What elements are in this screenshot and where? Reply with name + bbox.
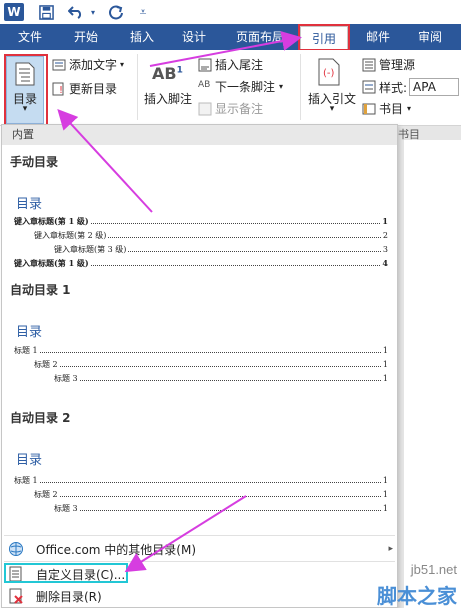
citations-group-label: 书目 [398, 128, 420, 141]
next-footnote-label: 下一条脚注 [215, 80, 276, 94]
tab-mailings[interactable]: 邮件 [356, 24, 400, 50]
bibliography-label: 书目 [379, 102, 404, 116]
undo-dropdown-icon[interactable]: ▾ [88, 2, 98, 22]
next-footnote-button[interactable]: AB 下一条脚注 ▾ [198, 78, 283, 95]
word-logo-icon: W [4, 3, 24, 21]
manage-sources-button[interactable]: 管理源 [362, 56, 415, 73]
watermark-site: jb51.net [410, 562, 457, 577]
tab-design[interactable]: 设计 [172, 24, 216, 50]
insert-citation-icon: (-) [318, 58, 340, 89]
endnote-icon [198, 58, 212, 72]
toc-button-highlight [4, 54, 48, 126]
manage-sources-label: 管理源 [379, 58, 416, 72]
bibliography-dropdown-icon: ▾ [407, 104, 412, 113]
add-text-dropdown-icon: ▾ [120, 60, 125, 69]
svg-text:!: ! [59, 85, 63, 96]
update-toc-label: 更新目录 [69, 82, 118, 96]
tab-file[interactable]: 文件 [8, 24, 52, 50]
bibliography-icon [362, 102, 376, 116]
insert-endnote-label: 插入尾注 [215, 58, 264, 72]
document-page[interactable] [404, 140, 461, 608]
office-more-toc-label: Office.com 中的其他目录(M) [36, 542, 197, 557]
update-toc-icon: ! [52, 82, 66, 96]
watermark-brand: 脚本之家 [377, 586, 457, 608]
gallery-item-auto-toc-2[interactable] [2, 403, 397, 531]
ribbon-separator [300, 54, 301, 120]
undo-icon[interactable] [66, 2, 86, 22]
bibliography-button[interactable]: 书目 ▾ [362, 100, 411, 117]
customize-qat-icon[interactable]: ⩡ [136, 2, 150, 22]
title-bar: W ▾ ⩡ [0, 0, 461, 24]
style-dropdown[interactable]: APA [409, 78, 460, 96]
add-text-icon [52, 58, 66, 72]
add-text-button[interactable]: 添加文字 ▾ [52, 56, 124, 73]
remove-toc-item[interactable]: 删除目录(R) [8, 586, 102, 606]
ribbon-separator [137, 54, 138, 120]
insert-citation-dropdown-icon[interactable]: ▾ [304, 104, 360, 114]
ribbon-tabs: 文件 开始 插入 设计 页面布局 引用 邮件 审阅 [0, 24, 461, 50]
submenu-arrow-icon: ▸ [388, 544, 393, 554]
menu-divider [4, 535, 395, 536]
redo-icon[interactable] [106, 2, 126, 22]
footnote-icon: AB1 [152, 64, 183, 83]
next-footnote-dropdown-icon: ▾ [279, 82, 284, 91]
add-text-label: 添加文字 [69, 58, 118, 72]
update-toc-button[interactable]: ! 更新目录 [52, 80, 117, 97]
menu-divider [4, 561, 395, 562]
office-more-toc-item[interactable]: Office.com 中的其他目录(M) ▸ [8, 539, 393, 559]
remove-toc-icon [8, 588, 26, 604]
style-icon [362, 80, 376, 94]
style-selector: 样式: APA [362, 78, 460, 96]
gallery-item-manual-toc[interactable] [2, 125, 397, 275]
insert-footnote-button[interactable]: 插入脚注 [140, 90, 196, 107]
svg-text:(-): (-) [323, 68, 335, 79]
style-label: 样式: [379, 80, 408, 95]
insert-endnote-button[interactable]: 插入尾注 [198, 56, 263, 73]
show-notes-button[interactable]: 显示备注 [198, 100, 263, 117]
gallery-item-auto-toc-1[interactable] [2, 275, 397, 403]
custom-toc-highlight [4, 563, 128, 583]
office-globe-icon [8, 541, 26, 557]
tab-layout[interactable]: 页面布局 [228, 24, 292, 50]
save-icon[interactable] [36, 2, 56, 22]
show-notes-icon [198, 102, 212, 116]
tab-insert[interactable]: 插入 [120, 24, 164, 50]
tab-review[interactable]: 审阅 [408, 24, 452, 50]
manage-sources-icon [362, 58, 376, 72]
tab-home[interactable]: 开始 [64, 24, 108, 50]
remove-toc-label: 删除目录(R) [36, 589, 102, 604]
next-footnote-icon: AB [198, 79, 211, 90]
show-notes-label: 显示备注 [215, 102, 264, 116]
references-tab-highlight [298, 24, 350, 51]
toc-gallery-menu: 内置 手动目录 目录 键入章标题(第 1 级) 1 键入章标题(第 2 级) 2 键… [1, 124, 398, 608]
